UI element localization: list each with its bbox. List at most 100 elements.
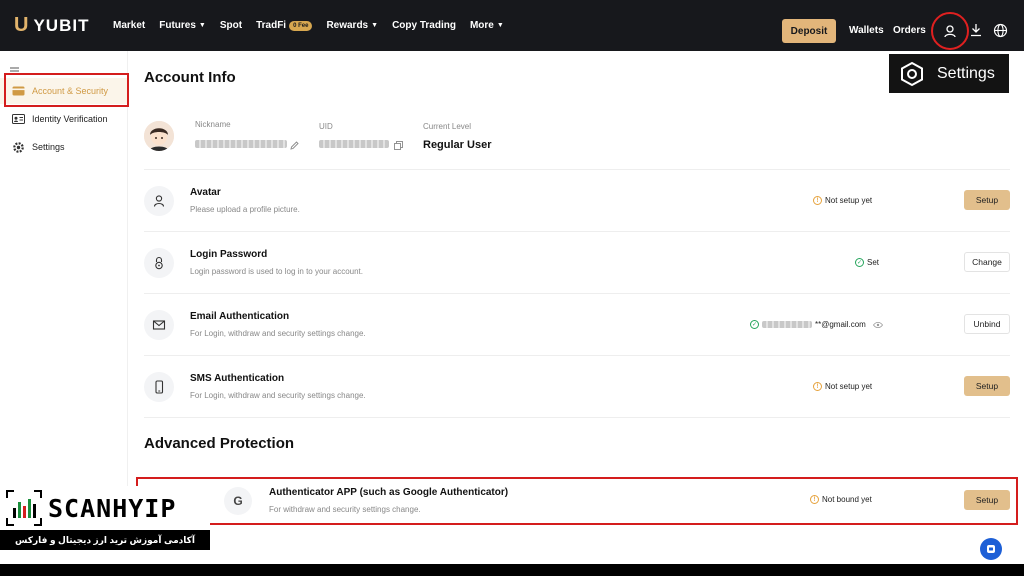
- check-icon: ✓: [750, 320, 759, 329]
- security-row-avatar: Avatar Please upload a profile picture. …: [144, 170, 1010, 232]
- nav-rewards[interactable]: Rewards ▼: [326, 20, 378, 31]
- scanhyip-watermark: SCANHYIP آکادمی آموزش ترید ارز دیجیتال و…: [0, 486, 210, 550]
- nav-copy-trading-label: Copy Trading: [392, 20, 456, 31]
- nickname-label: Nickname: [195, 120, 231, 129]
- nav-market-label: Market: [113, 20, 146, 31]
- envelope-icon: [144, 310, 174, 340]
- row-title: Login Password: [190, 249, 268, 260]
- status-text: Not setup yet: [825, 382, 873, 391]
- nav-spot-label: Spot: [219, 20, 243, 31]
- nav-copy-trading[interactable]: Copy Trading: [392, 20, 456, 31]
- logo-text: YUBIT: [33, 15, 90, 35]
- phone-icon: [144, 372, 174, 402]
- email-redacted: [762, 321, 812, 328]
- row-description: For Login, withdraw and security setting…: [190, 329, 366, 338]
- chevron-down-icon: ▼: [496, 22, 504, 29]
- sidebar-item-identity-verification[interactable]: Identity Verification: [0, 106, 128, 132]
- row-title: Avatar: [190, 187, 221, 198]
- eye-icon[interactable]: [872, 321, 883, 329]
- uid-value-redacted: [319, 140, 389, 148]
- current-level-value: Regular User: [423, 139, 492, 151]
- yubit-logo[interactable]: U YUBIT: [14, 0, 89, 51]
- sidebar-item-label: Identity Verification: [32, 114, 108, 124]
- status-badge: ✓ Set: [855, 258, 879, 267]
- copy-uid-button[interactable]: [394, 137, 403, 155]
- sidebar-item-label: Settings: [32, 142, 65, 152]
- person-icon: [144, 186, 174, 216]
- row-description: Login password is used to log in to your…: [190, 267, 363, 276]
- support-chat-button[interactable]: [980, 538, 1002, 560]
- nav-market[interactable]: Market: [113, 20, 145, 31]
- copy-icon: [394, 141, 403, 150]
- account-info-title: Account Info: [144, 69, 236, 86]
- row-description: For Login, withdraw and security setting…: [190, 391, 366, 400]
- status-badge: ! Not setup yet: [813, 382, 872, 391]
- warning-icon: !: [810, 495, 819, 504]
- status-text: **@gmail.com: [815, 320, 866, 329]
- nav-tradfi[interactable]: TradFi 0 Fee: [256, 20, 313, 31]
- row-description: For withdraw and security settings chang…: [269, 505, 421, 514]
- top-nav-bar: U YUBIT Market Futures ▼ Spot TradFi 0 Fee…: [0, 0, 1024, 51]
- gear-icon: [13, 141, 24, 153]
- uid-label: UID: [319, 122, 333, 131]
- nav-futures-label: Futures: [159, 20, 196, 31]
- nickname-value-redacted: [195, 140, 287, 148]
- orders-link[interactable]: Orders: [893, 25, 926, 36]
- main-content: Account Info Nickname UID Current Level …: [128, 51, 1024, 527]
- sms-setup-button[interactable]: Setup: [964, 376, 1010, 396]
- watermark-brand-text: SCANHYIP: [48, 493, 177, 523]
- sidebar-highlight-box: [4, 73, 129, 107]
- nav-more[interactable]: More ▼: [470, 20, 504, 31]
- wallets-link[interactable]: Wallets: [849, 25, 884, 36]
- avatar-setup-button[interactable]: Setup: [964, 190, 1010, 210]
- avatar: [144, 121, 174, 151]
- advanced-protection-title: Advanced Protection: [144, 435, 295, 452]
- status-text: Not bound yet: [822, 495, 872, 504]
- status-text: Set: [867, 258, 880, 267]
- row-title: Email Authentication: [190, 311, 290, 322]
- nav-futures[interactable]: Futures ▼: [159, 20, 206, 31]
- row-title: SMS Authentication: [190, 373, 285, 384]
- edit-nickname-button[interactable]: [290, 137, 299, 155]
- qr-chart-icon: [6, 490, 42, 526]
- logo-mark: U: [14, 14, 30, 36]
- chevron-down-icon: ▼: [198, 22, 206, 29]
- authenticator-setup-button[interactable]: Setup: [964, 490, 1010, 510]
- avatar-illustration: [144, 121, 174, 151]
- watermark-subtitle: آکادمی آموزش ترید ارز دیجیتال و فارکس: [0, 530, 210, 550]
- language-button[interactable]: [992, 22, 1008, 38]
- warning-icon: !: [813, 196, 822, 205]
- download-button[interactable]: [968, 22, 984, 38]
- user-info-bar: Nickname UID Current Level Regular User: [144, 112, 1010, 170]
- current-level-label: Current Level: [423, 122, 472, 131]
- nav-spot[interactable]: Spot: [220, 20, 242, 31]
- sidebar: Account & Security Identity Verification…: [0, 51, 128, 527]
- zero-fee-badge: 0 Fee: [289, 20, 313, 31]
- sidebar-item-settings[interactable]: Settings: [0, 134, 128, 160]
- google-icon: G: [224, 487, 252, 515]
- pencil-icon: [290, 141, 299, 150]
- security-row-email-authentication: Email Authentication For Login, withdraw…: [144, 294, 1010, 356]
- chevron-down-icon: ▼: [371, 22, 379, 29]
- unbind-email-button[interactable]: Unbind: [964, 314, 1010, 334]
- nav-rewards-label: Rewards: [326, 20, 369, 31]
- bottom-black-strip: [0, 564, 1024, 576]
- main-nav: Market Futures ▼ Spot TradFi 0 Fee Rewards…: [113, 0, 504, 51]
- deposit-button[interactable]: Deposit: [782, 19, 836, 43]
- security-row-login-password: Login Password Login password is used to…: [144, 232, 1010, 294]
- change-password-button[interactable]: Change: [964, 252, 1010, 272]
- security-row-sms-authentication: SMS Authentication For Login, withdraw a…: [144, 356, 1010, 418]
- row-description: Please upload a profile picture.: [190, 205, 300, 214]
- warning-icon: !: [813, 382, 822, 391]
- status-badge: ! Not setup yet: [813, 196, 872, 205]
- security-row-authenticator-app: G Authenticator APP (such as Google Auth…: [136, 477, 1018, 525]
- profile-button[interactable]: [931, 12, 969, 50]
- status-badge: ! Not bound yet: [810, 495, 872, 504]
- status-text: Not setup yet: [825, 196, 873, 205]
- lock-icon: [144, 248, 174, 278]
- check-icon: ✓: [855, 258, 864, 267]
- user-icon: [944, 25, 956, 38]
- nav-more-label: More: [469, 20, 494, 31]
- watermark-brand-area: SCANHYIP: [0, 486, 210, 530]
- row-title: Authenticator APP (such as Google Authen…: [269, 487, 509, 498]
